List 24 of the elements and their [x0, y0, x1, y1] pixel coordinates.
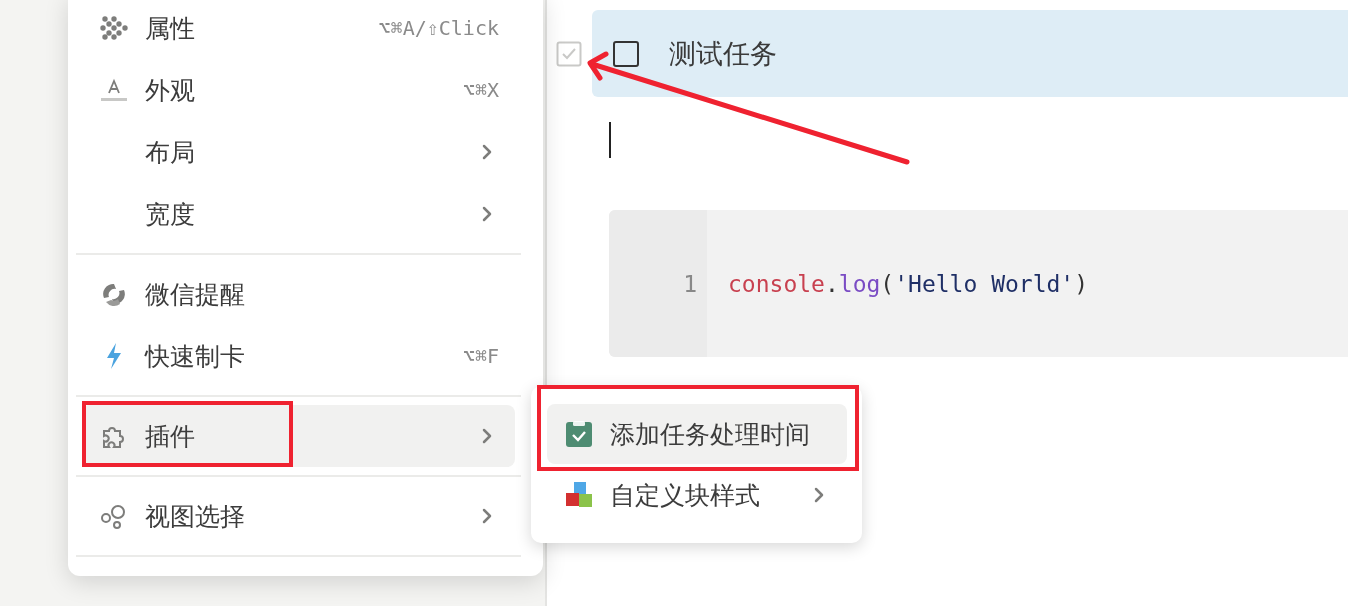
- task-title: 测试任务: [669, 37, 777, 71]
- menu-item[interactable]: 宽度: [82, 183, 515, 245]
- text-cursor: [609, 122, 611, 158]
- menu-item[interactable]: 快速制卡 ⌥⌘F: [82, 325, 515, 387]
- menu-item[interactable]: 添加任务处理时间: [547, 404, 847, 464]
- menu-item[interactable]: 视图选择: [82, 485, 515, 547]
- checkbox-handle-icon[interactable]: [556, 40, 582, 67]
- clipboard-check-icon: [565, 420, 593, 448]
- text-style-icon: [100, 77, 128, 103]
- shortcut-text: ⌥⌘F: [462, 344, 499, 368]
- shortcut-text: ⌥⌘X: [462, 78, 499, 102]
- menu-item[interactable]: 属性 ⌥⌘A/⇧Click: [82, 0, 515, 59]
- dots-icon: [100, 15, 128, 41]
- shortcut-text: ⌥⌘A/⇧Click: [378, 16, 499, 40]
- menu-item[interactable]: 微信提醒: [82, 263, 515, 325]
- menu-item[interactable]: 布局: [82, 121, 515, 183]
- task-checkbox[interactable]: [613, 40, 639, 67]
- line-number: 1: [683, 270, 697, 297]
- menu-item[interactable]: 自定义块样式: [547, 464, 847, 526]
- lightning-icon: [104, 342, 124, 370]
- code-line: console.log('Hello World'): [728, 269, 1089, 299]
- circles-icon: [100, 503, 128, 529]
- menu-item[interactable]: 外观 ⌥⌘X: [82, 59, 515, 121]
- blocks-icon: [565, 481, 593, 509]
